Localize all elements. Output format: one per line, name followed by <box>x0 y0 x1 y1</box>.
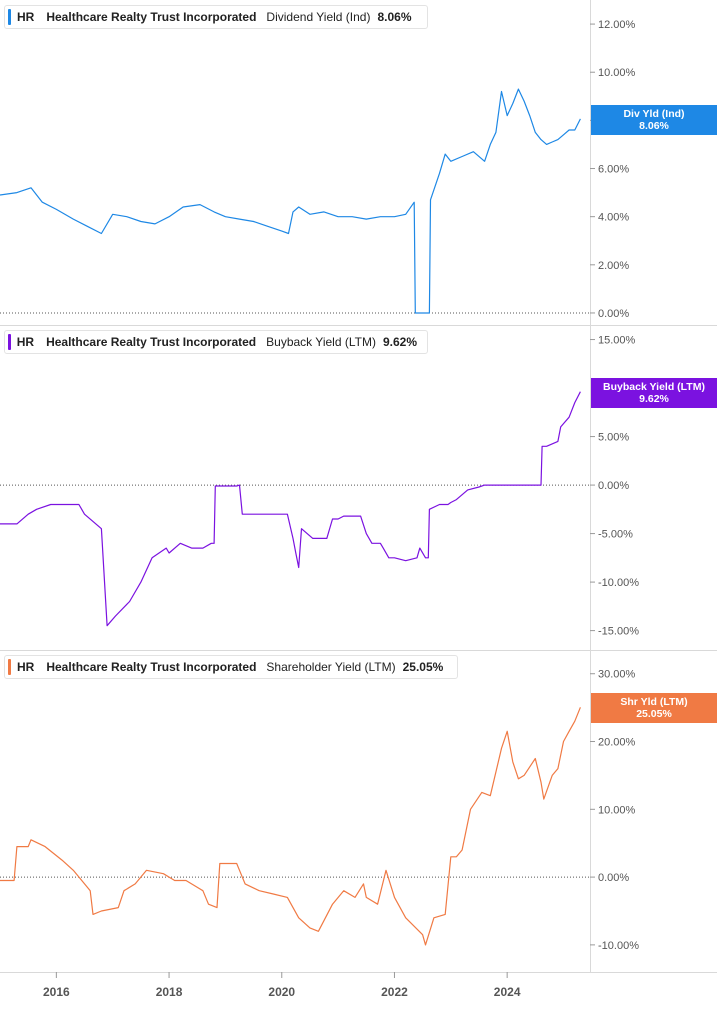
x-tick-label: 2016 <box>43 985 70 999</box>
legend-buyback-yield: HR Healthcare Realty Trust Incorporated … <box>4 330 428 354</box>
legend-dividend-yield: HR Healthcare Realty Trust Incorporated … <box>4 5 428 29</box>
series-line-dividend-yield <box>0 88 581 314</box>
series-line-shareholder-yield <box>0 707 581 946</box>
legend-company: Healthcare Realty Trust Incorporated <box>46 10 257 24</box>
legend-swatch-dividend <box>8 9 11 25</box>
badge-shareholder-yield: Shr Yld (LTM) 25.05% <box>591 693 717 723</box>
legend-value: 25.05% <box>402 660 444 674</box>
y-tick-label: 4.00% <box>598 212 629 224</box>
y-tick-label: 15.00% <box>598 335 636 347</box>
y-tick-label: 20.00% <box>598 737 636 749</box>
x-tick-label: 2022 <box>381 985 408 999</box>
badge-label: Shr Yld (LTM) <box>620 696 688 708</box>
badge-value: 9.62% <box>639 393 669 405</box>
legend-company: Healthcare Realty Trust Incorporated <box>46 660 257 674</box>
legend-swatch-buyback <box>8 334 11 350</box>
x-tick-label: 2018 <box>156 985 183 999</box>
y-tick-label: 5.00% <box>598 432 629 444</box>
legend-company: Healthcare Realty Trust Incorporated <box>46 335 257 349</box>
chart-svg: 0.00%2.00%4.00%6.00%8.00%10.00%12.00%-15… <box>0 0 717 999</box>
x-tick-label: 2020 <box>268 985 295 999</box>
legend-swatch-shareholder <box>8 659 11 675</box>
y-tick-label: 0.00% <box>598 308 629 320</box>
y-tick-label: -15.00% <box>598 626 639 638</box>
badge-label: Buyback Yield (LTM) <box>603 381 705 393</box>
y-tick-label: 10.00% <box>598 804 636 816</box>
badge-value: 25.05% <box>636 708 672 720</box>
y-tick-label: 6.00% <box>598 164 629 176</box>
y-tick-label: 0.00% <box>598 872 629 884</box>
legend-value: 8.06% <box>377 10 412 24</box>
legend-ticker: HR <box>17 660 35 674</box>
legend-metric: Dividend Yield (Ind) <box>266 10 371 24</box>
y-tick-label: 10.00% <box>598 67 636 79</box>
chart-root: 0.00%2.00%4.00%6.00%8.00%10.00%12.00%-15… <box>0 0 717 1005</box>
y-tick-label: 2.00% <box>598 260 629 272</box>
y-tick-label: -10.00% <box>598 577 639 589</box>
y-tick-label: -5.00% <box>598 529 633 541</box>
y-tick-label: 30.00% <box>598 669 636 681</box>
x-tick-label: 2024 <box>494 985 521 999</box>
legend-metric: Shareholder Yield (LTM) <box>266 660 396 674</box>
legend-ticker: HR <box>16 335 35 349</box>
badge-dividend-yield: Div Yld (Ind) 8.06% <box>591 105 717 135</box>
legend-value: 9.62% <box>382 335 417 349</box>
badge-value: 8.06% <box>639 120 669 132</box>
y-tick-label: 0.00% <box>598 480 629 492</box>
series-line-buyback-yield <box>0 391 581 627</box>
legend-shareholder-yield: HR Healthcare Realty Trust Incorporated … <box>4 655 458 679</box>
badge-label: Div Yld (Ind) <box>623 108 685 120</box>
legend-metric: Buyback Yield (LTM) <box>266 335 376 349</box>
legend-ticker: HR <box>17 10 35 24</box>
y-tick-label: -10.00% <box>598 940 639 952</box>
y-tick-label: 12.00% <box>598 19 636 31</box>
badge-buyback-yield: Buyback Yield (LTM) 9.62% <box>591 378 717 408</box>
